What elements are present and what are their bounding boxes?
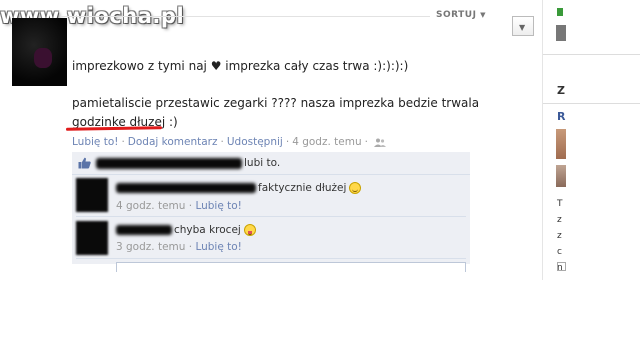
post-actions-bar: Lubię to! · Dodaj komentarz · Udostępnij · 4 g…: [72, 136, 386, 148]
comment-meta: 4 godz. temu · Lubię to!: [116, 200, 242, 212]
sidebar-heading-z: Z: [557, 84, 565, 97]
chevron-down-icon: ▼: [519, 23, 526, 32]
red-underline-annotation: [65, 126, 163, 131]
like-link[interactable]: Lubię to!: [72, 136, 118, 148]
comment-like-link[interactable]: Lubię to!: [195, 200, 241, 212]
sidebar-checkbox[interactable]: [557, 262, 566, 271]
sidebar-text-line: T: [557, 199, 563, 209]
redacted-names: [96, 158, 242, 169]
comment-body: chyba krocej: [174, 224, 241, 236]
sidebar-divider: [543, 103, 640, 104]
commenter-avatar[interactable]: [76, 178, 108, 212]
comment-text: faktycznie dłużej: [258, 182, 362, 194]
separator-dot: ·: [121, 136, 125, 148]
likes-text: lubi to.: [244, 157, 281, 169]
comment-body: faktycznie dłużej: [258, 182, 347, 194]
header-divider: [60, 16, 430, 17]
redacted-commenter-name: [116, 225, 172, 235]
smile-icon: [349, 182, 362, 194]
sort-arrow-icon: ▼: [480, 11, 486, 19]
post-text-ending: :): [165, 115, 178, 129]
post-text-line-1: imprezkowo z tymi naj ♥ imprezka cały cz…: [72, 59, 409, 73]
comment-text: chyba krocej: [174, 224, 256, 236]
sidebar-divider: [543, 54, 640, 55]
thumbs-up-icon: [78, 157, 91, 169]
comment-divider: [76, 258, 466, 259]
sort-dropdown-button[interactable]: ▼: [512, 16, 534, 36]
separator-dot: ·: [364, 136, 368, 148]
sidebar-thumbnail[interactable]: [556, 129, 566, 159]
sidebar-thumbnail[interactable]: [556, 165, 566, 187]
sidebar-text-line: z: [557, 231, 562, 241]
friends-audience-icon: [373, 138, 386, 147]
comment-like-link[interactable]: Lubię to!: [195, 241, 241, 253]
sidebar-text-line: z: [557, 215, 562, 225]
sort-label[interactable]: SORTUJ ▼: [436, 10, 486, 20]
sidebar-thumbnail[interactable]: [556, 25, 566, 41]
tongue-out-icon: [243, 224, 256, 236]
separator-dot: ·: [285, 136, 290, 148]
share-link[interactable]: Udostępnij: [227, 136, 283, 148]
comment-timestamp[interactable]: 3 godz. temu: [116, 241, 185, 253]
comment-timestamp[interactable]: 4 godz. temu: [116, 200, 185, 212]
sort-label-text: SORTUJ: [436, 10, 477, 20]
comment-divider: [76, 216, 466, 217]
redacted-commenter-name: [116, 183, 256, 193]
write-comment-input[interactable]: [116, 262, 466, 272]
sidebar-heading-r: R: [557, 110, 566, 123]
separator-dot: ·: [220, 136, 224, 148]
commenter-avatar[interactable]: [76, 221, 108, 255]
post-text-line-2: pamietaliscie przestawic zegarki ???? na…: [72, 96, 480, 110]
post-timestamp[interactable]: 4 godz. temu: [292, 136, 361, 148]
post-author-avatar[interactable]: [12, 18, 67, 86]
sidebar-text-line: c: [557, 247, 562, 257]
add-comment-link[interactable]: Dodaj komentarz: [128, 136, 218, 148]
notification-marker: [557, 8, 563, 16]
comment-meta: 3 godz. temu · Lubię to!: [116, 241, 242, 253]
right-column-divider: [542, 0, 543, 280]
